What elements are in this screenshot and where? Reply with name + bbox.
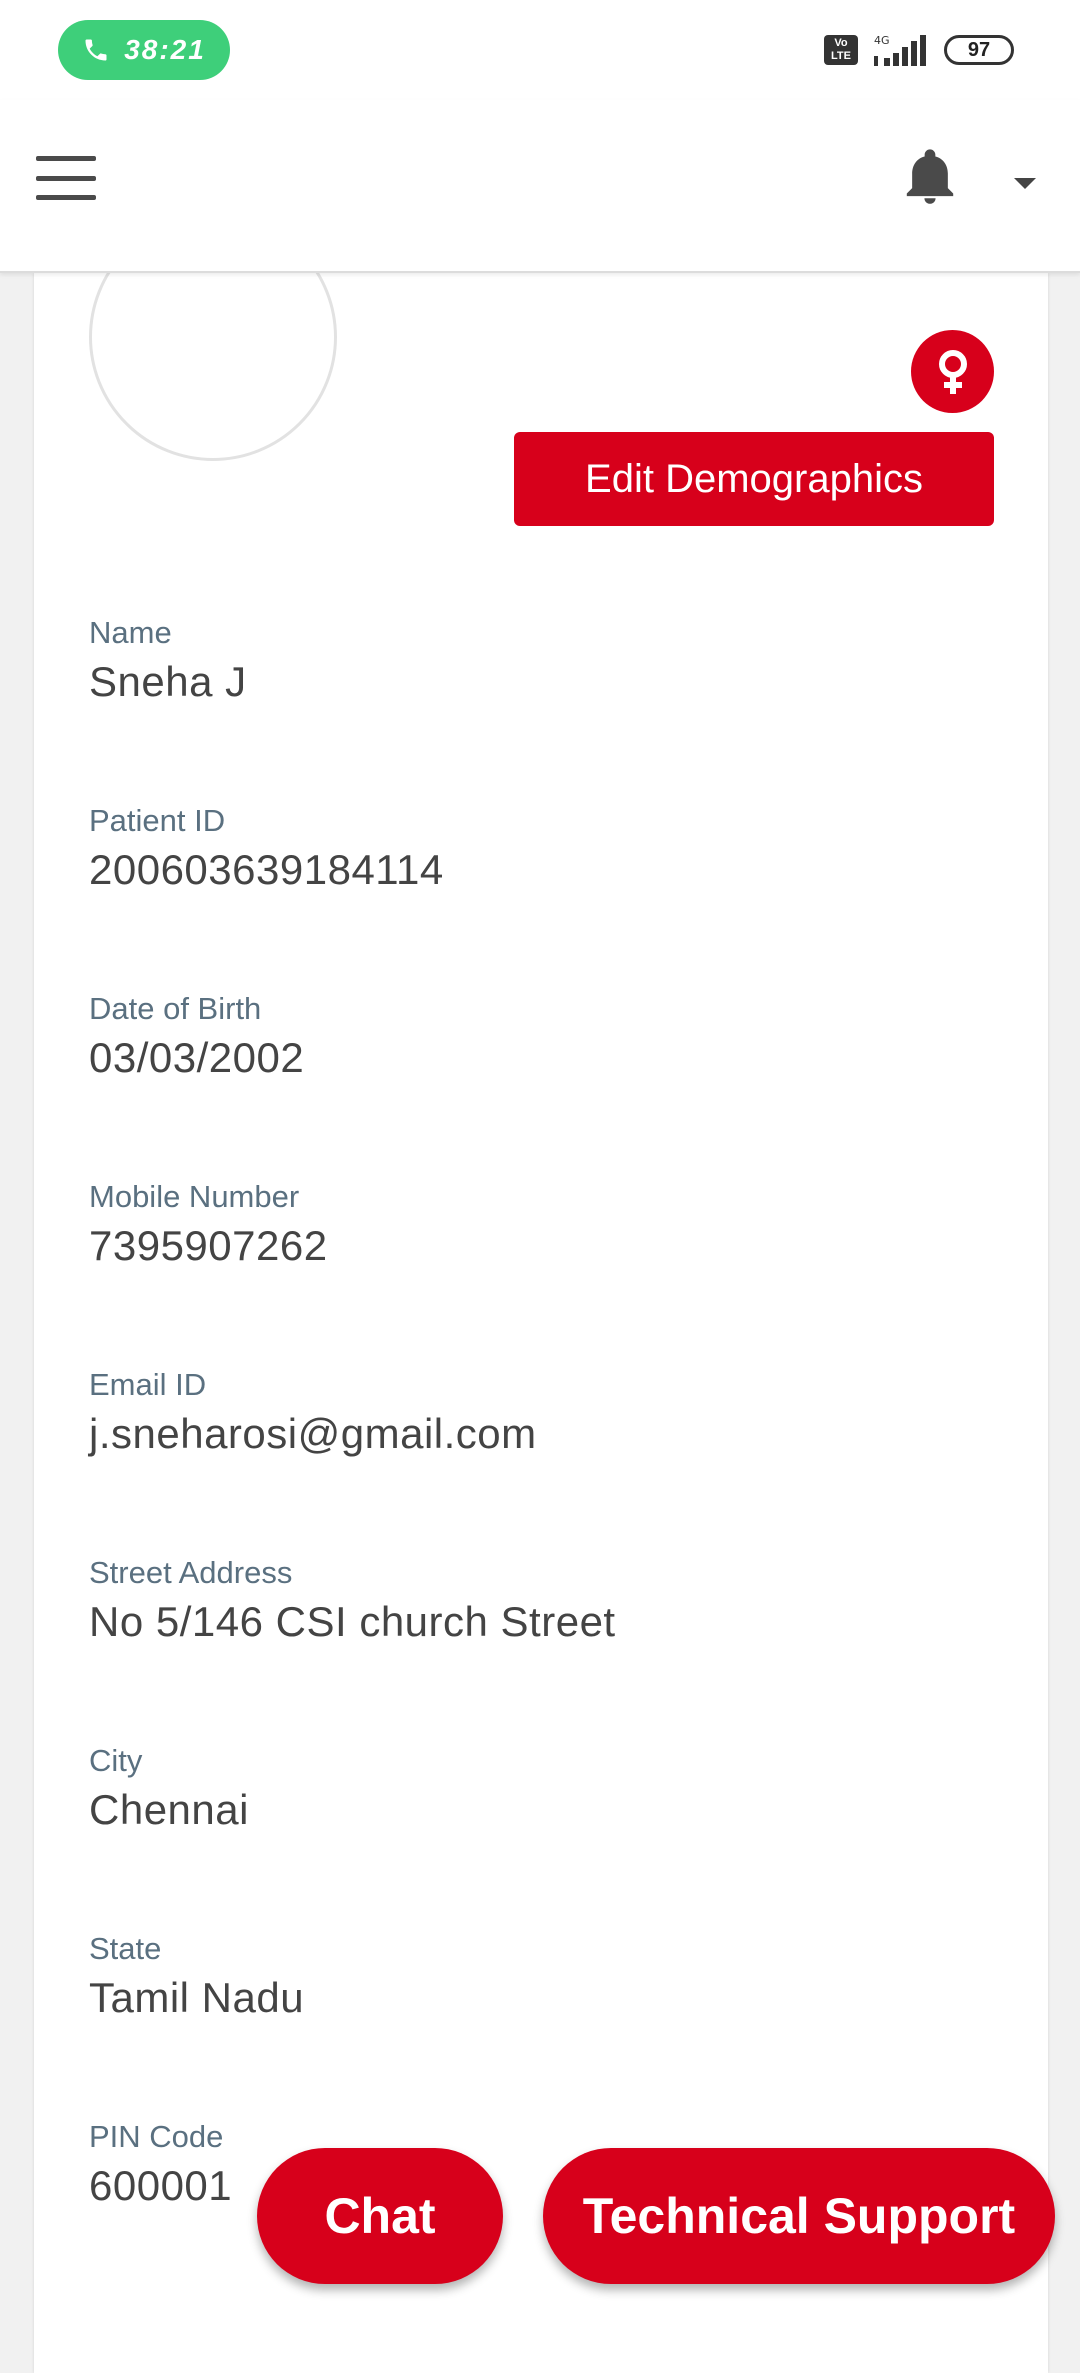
hamburger-icon[interactable] [36,156,96,200]
phone-icon [85,39,107,61]
chat-button[interactable]: Chat [257,2148,503,2284]
top-nav [0,100,1080,273]
status-bar: 38:21 Vo LTE 4G 97 [0,0,1080,100]
field-value: 200603639184114 [89,846,444,893]
caret-down-icon[interactable] [1014,178,1036,189]
field-label: Mobile Number [89,1179,300,1214]
field-label: Name [89,615,172,650]
demographics-card: Edit Demographics Name Sneha J Patient I… [34,213,1048,2373]
edit-demographics-button[interactable]: Edit Demographics [514,432,994,526]
ongoing-call-indicator[interactable]: 38:21 [58,20,230,80]
field-value: Sneha J [89,658,247,705]
field-name: Name Sneha J [89,613,989,801]
technical-support-button[interactable]: Technical Support [543,2148,1055,2284]
field-street-address: Street Address No 5/146 CSI church Stree… [89,1553,989,1741]
field-value: Chennai [89,1786,249,1833]
field-label: City [89,1743,143,1778]
field-date-of-birth: Date of Birth 03/03/2002 [89,989,989,1177]
field-value: 7395907262 [89,1222,328,1269]
field-value: 03/03/2002 [89,1034,305,1081]
field-state: State Tamil Nadu [89,1929,989,2117]
field-value: Tamil Nadu [89,1974,305,2021]
bell-icon[interactable] [902,148,958,206]
field-email-id: Email ID j.sneharosi@gmail.com [89,1365,989,1553]
demographics-fields: Name Sneha J Patient ID 200603639184114 … [89,613,989,2305]
system-icons: Vo LTE 4G 97 [824,28,1014,72]
field-value: j.sneharosi@gmail.com [89,1410,537,1457]
field-patient-id: Patient ID 200603639184114 [89,801,989,989]
svg-text:4G: 4G [874,34,890,47]
volte-icon: Vo LTE [824,35,858,65]
field-mobile-number: Mobile Number 7395907262 [89,1177,989,1365]
field-label: Date of Birth [89,991,262,1026]
female-icon [911,330,994,413]
field-label: Email ID [89,1367,207,1402]
field-label: Street Address [89,1555,293,1590]
field-label: Patient ID [89,803,226,838]
field-city: City Chennai [89,1741,989,1929]
battery-icon: 97 [944,35,1014,65]
signal-icon: 4G [874,34,926,66]
field-value: No 5/146 CSI church Street [89,1598,616,1645]
field-label: State [89,1931,162,1966]
call-timer: 38:21 [124,34,206,65]
battery-level: 97 [967,38,991,61]
